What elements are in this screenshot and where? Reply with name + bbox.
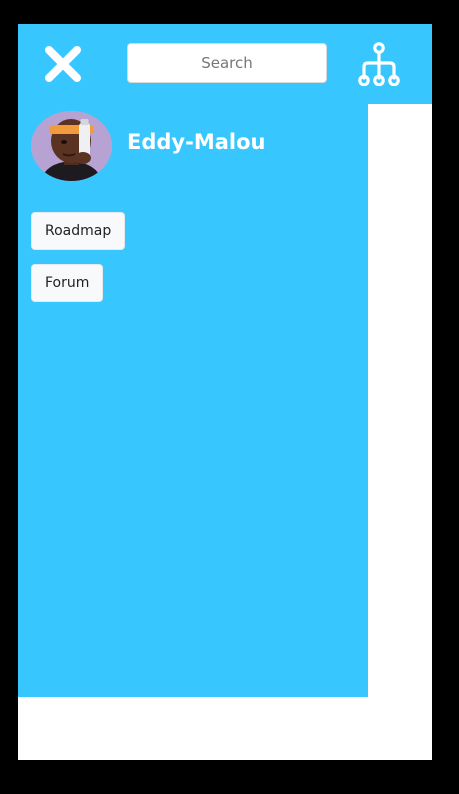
sitemap-icon	[358, 42, 400, 86]
user-avatar-image	[31, 111, 112, 181]
close-icon	[45, 46, 81, 82]
search-input[interactable]	[127, 43, 327, 83]
forum-button[interactable]: Forum	[31, 264, 104, 302]
close-button[interactable]	[42, 43, 84, 85]
side-drawer: Eddy-Malou Roadmap Forum	[18, 104, 368, 697]
top-bar	[18, 24, 432, 104]
roadmap-button[interactable]: Roadmap	[31, 212, 126, 250]
user-name: Eddy-Malou	[127, 130, 266, 154]
sitemap-button[interactable]	[356, 42, 402, 86]
app-screen: Eddy-Malou Roadmap Forum	[18, 24, 432, 760]
avatar[interactable]	[31, 111, 112, 181]
